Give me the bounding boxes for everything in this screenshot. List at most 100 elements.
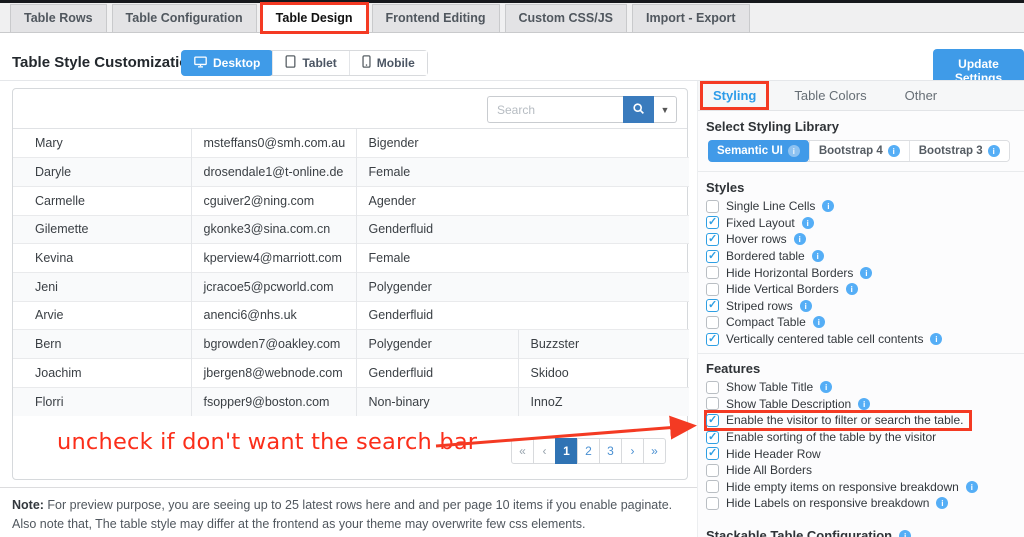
checkbox[interactable] — [706, 413, 719, 427]
device-preview-switcher: Desktop Tablet Mobile — [181, 50, 428, 76]
checkbox[interactable] — [706, 496, 719, 510]
cell-name: Gilemette — [13, 214, 191, 244]
library-bootstrap3-button[interactable]: Bootstrap 3 — [908, 141, 1009, 161]
device-label: Tablet — [302, 56, 337, 70]
info-icon[interactable] — [801, 216, 814, 229]
checkbox[interactable] — [706, 298, 719, 313]
cell-gender: Polygender — [355, 271, 690, 302]
info-icon[interactable] — [899, 529, 912, 537]
tab-frontend-editing[interactable]: Frontend Editing — [371, 4, 500, 32]
pagination-button[interactable]: » — [643, 438, 666, 464]
cell-gender: Female — [355, 243, 690, 273]
mobile-preview-button[interactable]: Mobile — [348, 51, 427, 75]
info-icon[interactable] — [930, 333, 943, 346]
checkbox[interactable] — [706, 249, 719, 263]
pagination-button[interactable]: › — [621, 438, 644, 464]
panel-tab-other[interactable]: Other — [893, 82, 950, 109]
pagination-button[interactable]: 3 — [599, 438, 622, 464]
cell-gender: Agender — [355, 185, 690, 216]
cell-email: gkonke3@sina.com.cn — [190, 214, 356, 244]
cell-name: Bern — [13, 329, 191, 359]
info-icon[interactable] — [811, 250, 824, 263]
tab-table-design[interactable]: Table Design — [259, 2, 369, 34]
checkbox-row[interactable]: Hover rows — [706, 231, 1018, 248]
panel-tab-bar: Styling Table Colors Other — [698, 81, 1024, 111]
cell-email: msteffans0@smh.com.au — [190, 129, 356, 158]
library-label: Bootstrap 3 — [918, 145, 983, 157]
tab-table-configuration[interactable]: Table Configuration — [111, 4, 257, 32]
checkbox[interactable] — [706, 463, 719, 477]
checkbox-row[interactable]: Vertically centered table cell contents — [706, 331, 1018, 348]
tab-table-rows[interactable]: Table Rows — [10, 4, 107, 32]
search-button[interactable] — [623, 96, 654, 123]
checkbox-row[interactable]: Hide Vertical Borders — [706, 281, 1018, 298]
checkbox-row[interactable]: Hide Labels on responsive breakdown — [706, 495, 1018, 512]
checkbox[interactable] — [706, 215, 719, 230]
checkbox-row[interactable]: Fixed Layout — [706, 215, 1018, 232]
cell-name: Carmelle — [13, 185, 191, 216]
info-icon[interactable] — [787, 145, 800, 157]
features-heading: Features — [706, 361, 761, 376]
pagination-button[interactable]: « — [511, 438, 534, 464]
checkbox[interactable] — [706, 315, 719, 329]
table-row: Florri fsopper9@boston.com Non-binary In… — [13, 386, 690, 416]
info-icon[interactable] — [860, 266, 873, 279]
library-label: Semantic UI — [717, 145, 783, 157]
checkbox[interactable] — [706, 232, 719, 246]
checkbox-row[interactable]: Single Line Cells — [706, 198, 1018, 215]
info-icon[interactable] — [887, 145, 900, 157]
checkbox[interactable] — [706, 397, 719, 411]
checkbox-label: Enable the visitor to filter or search t… — [726, 413, 964, 428]
cell-name: Florri — [13, 386, 191, 416]
info-icon[interactable] — [858, 397, 871, 410]
info-icon[interactable] — [845, 283, 858, 296]
checkbox[interactable] — [706, 199, 719, 213]
checkbox-row[interactable]: Show Table Title — [706, 379, 1018, 396]
info-icon[interactable] — [812, 316, 825, 329]
library-bootstrap4-button[interactable]: Bootstrap 4 — [808, 141, 909, 161]
checkbox[interactable] — [706, 266, 719, 280]
search-icon — [632, 102, 645, 118]
tab-custom-css-js[interactable]: Custom CSS/JS — [504, 4, 627, 32]
checkbox[interactable] — [706, 282, 719, 296]
pagination-button[interactable]: ‹ — [533, 438, 556, 464]
checkbox-label: Show Table Description — [726, 396, 852, 411]
info-icon[interactable] — [822, 200, 835, 213]
checkbox[interactable] — [706, 430, 719, 444]
checkbox-row[interactable]: Hide empty items on responsive breakdown — [706, 479, 1018, 496]
checkbox[interactable] — [706, 332, 719, 346]
panel-tab-table-colors[interactable]: Table Colors — [782, 82, 878, 109]
search-options-dropdown[interactable]: ▼ — [654, 96, 677, 123]
search-group: ▼ — [487, 96, 677, 123]
search-input[interactable] — [487, 96, 623, 123]
checkbox-row[interactable]: Enable the visitor to filter or search t… — [703, 410, 973, 431]
info-icon[interactable] — [799, 299, 812, 312]
checkbox[interactable] — [706, 446, 719, 461]
table-row: Daryle drosendale1@t-online.de Female — [13, 157, 690, 187]
pagination-button[interactable]: 2 — [577, 438, 600, 464]
desktop-preview-button[interactable]: Desktop — [181, 50, 274, 76]
info-icon[interactable] — [820, 381, 833, 394]
checkbox-row[interactable]: Hide Header Row — [706, 445, 1018, 462]
checkbox-row[interactable]: Enable sorting of the table by the visit… — [706, 429, 1018, 446]
checkbox-row[interactable]: Bordered table — [706, 248, 1018, 265]
checkbox-row[interactable]: Hide All Borders — [706, 462, 1018, 479]
checkbox-row[interactable]: Striped rows — [706, 298, 1018, 315]
checkbox[interactable] — [706, 380, 719, 394]
info-icon[interactable] — [793, 233, 806, 246]
info-icon[interactable] — [936, 497, 949, 510]
tablet-preview-button[interactable]: Tablet — [272, 51, 349, 75]
info-icon[interactable] — [987, 145, 1000, 157]
device-label: Mobile — [376, 56, 415, 70]
cell-email: kperview4@marriott.com — [190, 243, 356, 273]
library-semantic-ui-button[interactable]: Semantic UI — [708, 140, 809, 162]
checkbox-row[interactable]: Compact Table — [706, 314, 1018, 331]
info-icon[interactable] — [965, 480, 978, 493]
checkbox-row[interactable]: Hide Horizontal Borders — [706, 264, 1018, 281]
checkbox[interactable] — [706, 480, 719, 494]
pagination-button[interactable]: 1 — [555, 438, 578, 464]
tab-import-export[interactable]: Import - Export — [631, 4, 750, 32]
cell-name: Jeni — [13, 271, 191, 302]
panel-tab-styling[interactable]: Styling — [699, 81, 770, 110]
checkbox-row[interactable]: Show Table Description — [706, 396, 1018, 413]
